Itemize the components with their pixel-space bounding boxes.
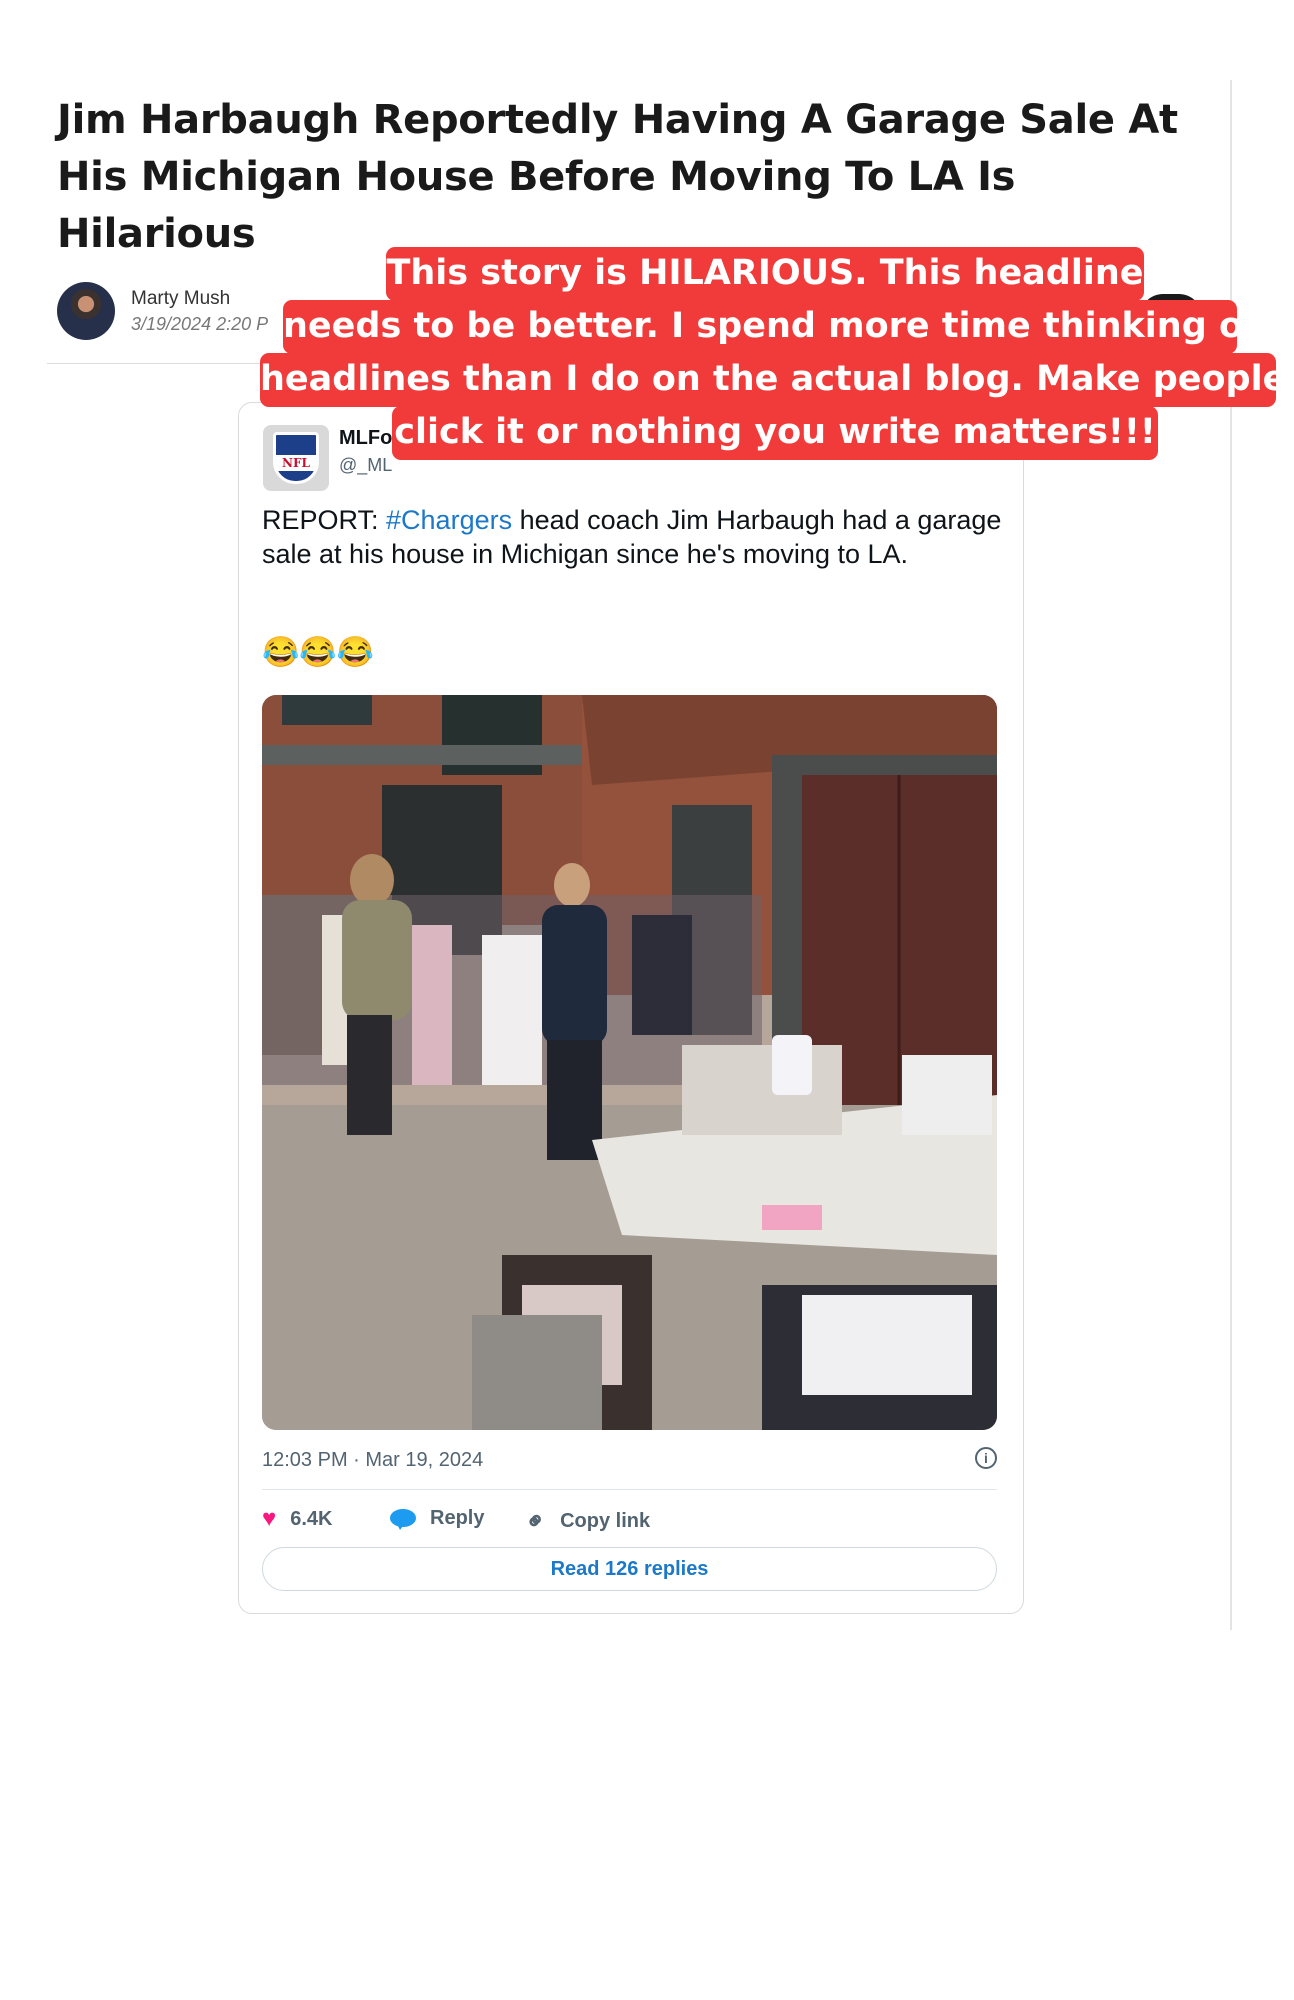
heart-icon: ♥ [262,1505,277,1532]
tweet-actions: ♥ 6.4K Reply ⚭ Copy link [262,1505,997,1538]
article-headline: Jim Harbaugh Reportedly Having A Garage … [57,97,1178,257]
tweet-divider [262,1489,997,1490]
tweet-text: REPORT: #Chargers head coach Jim Harbaug… [262,503,1002,571]
tweet-handle[interactable]: @_ML [339,455,392,476]
hashtag-link[interactable]: #Chargers [386,505,512,535]
tweet-display-name[interactable]: MLFo [339,427,392,450]
info-icon[interactable]: i [975,1447,997,1469]
laughing-emojis: 😂😂😂 [262,636,375,669]
embedded-tweet: NFL MLFo @_ML REPORT: #Chargers head coa… [238,402,1024,1614]
tweet-photo[interactable] [262,695,997,1430]
reply-button[interactable]: Reply [390,1507,484,1530]
annotation-line: headlines than I do on the actual blog. … [260,353,1286,407]
nfl-logo-text: NFL [282,456,310,470]
publish-date: 3/19/2024 2:20 P [131,314,269,334]
like-button[interactable]: ♥ 6.4K [262,1507,333,1531]
author-name[interactable]: Marty Mush [131,288,230,310]
reply-bubble-icon [390,1508,416,1530]
author-avatar[interactable] [57,282,115,340]
like-count: 6.4K [290,1507,333,1530]
copy-link-label: Copy link [560,1510,651,1532]
annotation-line: needs to be better. I spend more time th… [283,300,1258,354]
annotation-line: This story is HILARIOUS. This headline [386,247,1144,301]
link-icon: ⚭ [519,1504,553,1539]
reply-label: Reply [430,1507,485,1529]
tweet-timestamp[interactable]: 12:03 PM · Mar 19, 2024 [262,1449,483,1472]
garage-sale-photo [262,695,997,1430]
tweet-avatar[interactable]: NFL [263,425,329,491]
read-replies-button[interactable]: Read 126 replies [262,1547,997,1591]
nfl-shield-icon: NFL [273,432,319,484]
tweet-text-prefix: REPORT: [262,505,387,535]
copy-link-button[interactable]: ⚭ Copy link [519,1505,651,1538]
annotation-line: click it or nothing you write matters!!! [392,406,1158,460]
